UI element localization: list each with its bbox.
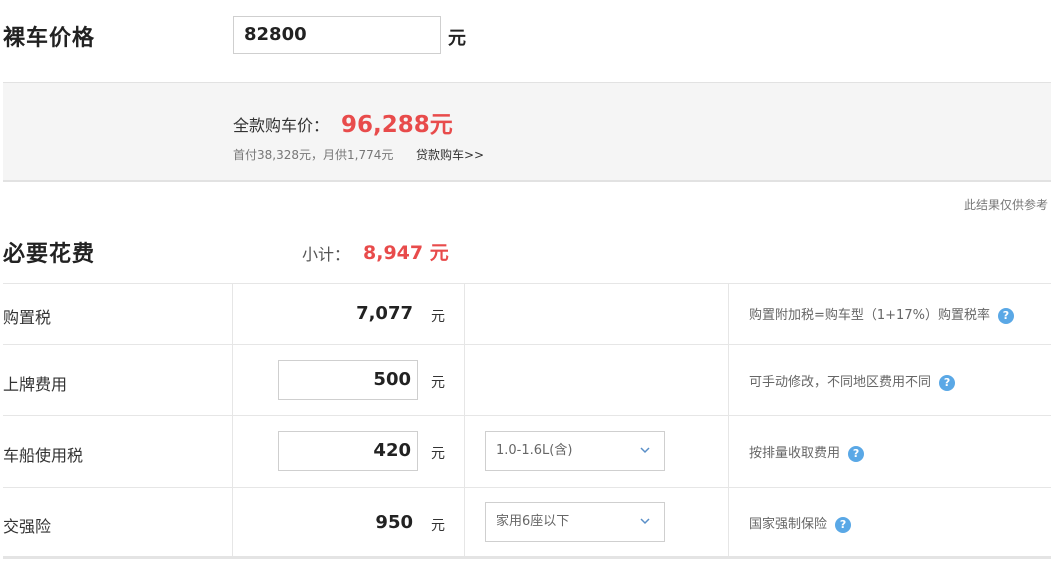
chevron-down-icon (640, 518, 650, 525)
full-price-value: 96,288元 (341, 112, 453, 138)
table-row-license-fee: 上牌费用 500 元 可手动修改，不同地区费用不同? (3, 345, 1051, 416)
vehicle-tax-input[interactable]: 420 (278, 431, 418, 471)
hint-text: 购置附加税=购车型（1+17%）购置税率 (749, 308, 990, 323)
insurance-amount: 950 (375, 512, 413, 533)
hint-text: 国家强制保险 (749, 517, 828, 532)
subtotal-label: 小计： (302, 245, 351, 264)
row-name: 交强险 (3, 517, 52, 536)
question-circle-icon[interactable]: ? (939, 374, 956, 391)
hint-vehicle-tax: 按排量收取费用? (749, 442, 865, 462)
required-expenses-table: 购置税 7,077 元 购置附加税=购车型（1+17%）购置税率? 上牌费用 5… (3, 283, 1051, 559)
full-price-label: 全款购车价： (233, 116, 330, 135)
table-row-compulsory-insurance: 交强险 950 元 家用6座以下 国家强制保险? (3, 488, 1051, 559)
seat-type-select[interactable]: 家用6座以下 (485, 502, 665, 542)
unit-label: 元 (431, 518, 445, 534)
summary-panel (3, 82, 1051, 182)
license-fee-input[interactable]: 500 (278, 360, 418, 400)
purchase-tax-amount: 7,077 (356, 303, 413, 324)
loan-purchase-link[interactable]: 贷款购车>> (416, 146, 484, 163)
hint-compulsory-insurance: 国家强制保险? (749, 513, 852, 533)
hint-text: 按排量收取费用 (749, 446, 841, 461)
chevron-down-icon (640, 447, 650, 454)
unit-label: 元 (431, 375, 445, 391)
loan-summary-text: 首付38,328元，月供1,774元 (233, 148, 394, 162)
question-circle-icon[interactable]: ? (997, 307, 1014, 324)
row-name: 车船使用税 (3, 446, 84, 465)
table-row-vehicle-tax: 车船使用税 420 元 1.0-1.6L(含) 按排量收取费用? (3, 416, 1051, 488)
subtotal-value: 8,947 元 (363, 242, 449, 264)
question-circle-icon[interactable]: ? (848, 445, 865, 462)
reference-note: 此结果仅供参考 (963, 198, 1048, 212)
seat-type-select-value: 家用6座以下 (496, 514, 570, 529)
hint-purchase-tax: 购置附加税=购车型（1+17%）购置税率? (749, 304, 1014, 324)
bare-price-label: 裸车价格 (3, 26, 96, 51)
hint-license-fee: 可手动修改，不同地区费用不同? (749, 371, 956, 391)
unit-label: 元 (431, 446, 445, 462)
question-circle-icon[interactable]: ? (835, 516, 852, 533)
displacement-select[interactable]: 1.0-1.6L(含) (485, 431, 665, 471)
displacement-select-value: 1.0-1.6L(含) (496, 443, 573, 458)
hint-text: 可手动修改，不同地区费用不同 (749, 375, 932, 390)
row-name: 购置税 (3, 308, 52, 327)
unit-label: 元 (431, 309, 445, 325)
table-row-purchase-tax: 购置税 7,077 元 购置附加税=购车型（1+17%）购置税率? (3, 284, 1051, 345)
bare-price-unit: 元 (448, 28, 466, 49)
required-expenses-title: 必要花费 (3, 242, 96, 267)
bare-price-input[interactable]: 82800 (233, 16, 441, 54)
row-name: 上牌费用 (3, 375, 68, 394)
